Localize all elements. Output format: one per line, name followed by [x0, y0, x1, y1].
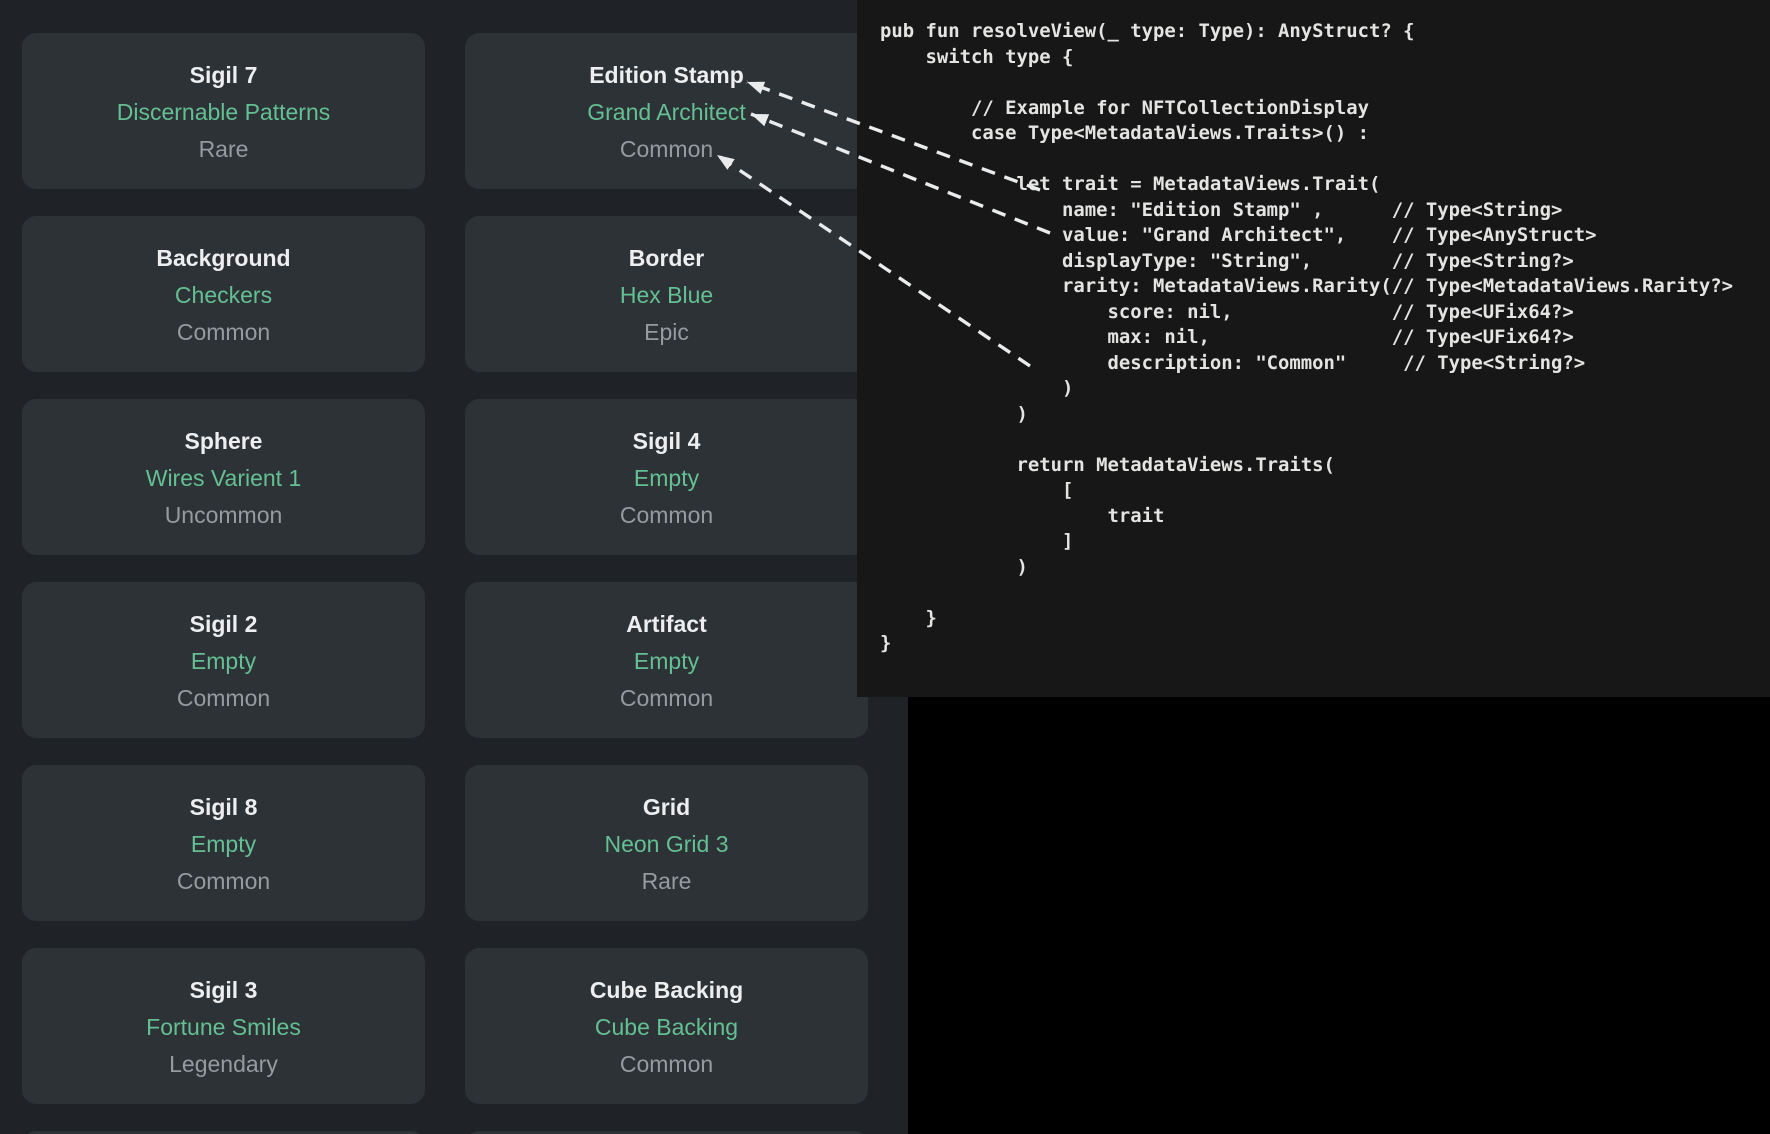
trait-name: Sigil 2 [22, 606, 425, 643]
trait-name: Grid [465, 789, 868, 826]
trait-value: Empty [22, 826, 425, 863]
trait-name: Sigil 4 [465, 423, 868, 460]
trait-rarity: Common [22, 863, 425, 900]
trait-card: Sigil 8EmptyCommon [22, 765, 425, 921]
trait-name: Border [465, 240, 868, 277]
trait-name: Sphere [22, 423, 425, 460]
trait-rarity: Epic [465, 314, 868, 351]
trait-value: Discernable Patterns [22, 94, 425, 131]
trait-rarity: Common [22, 680, 425, 717]
stage: Sigil 7Discernable PatternsRareEdition S… [0, 0, 1770, 1134]
trait-card: BorderHex BlueEpic [465, 216, 868, 372]
trait-rarity: Common [465, 497, 868, 534]
trait-value: Cube Backing [465, 1009, 868, 1046]
resolve-view-code-block: pub fun resolveView(_ type: Type): AnySt… [857, 0, 1770, 657]
trait-name: Artifact [465, 606, 868, 643]
trait-rarity: Rare [22, 131, 425, 168]
trait-name: Edition Stamp [465, 57, 868, 94]
cadence-code-panel: pub fun resolveView(_ type: Type): AnySt… [857, 0, 1770, 697]
trait-name: Sigil 8 [22, 789, 425, 826]
trait-card: BackgroundCheckersCommon [22, 216, 425, 372]
trait-value: Fortune Smiles [22, 1009, 425, 1046]
trait-name: Sigil 7 [22, 57, 425, 94]
trait-value: Checkers [22, 277, 425, 314]
trait-card: Cube BackingCube BackingCommon [465, 948, 868, 1104]
trait-rarity: Common [465, 131, 868, 168]
trait-value: Hex Blue [465, 277, 868, 314]
trait-rarity: Rare [465, 863, 868, 900]
trait-card: Sigil 3Fortune SmilesLegendary [22, 948, 425, 1104]
trait-rarity: Common [465, 680, 868, 717]
trait-rarity: Common [465, 1046, 868, 1083]
trait-value: Wires Varient 1 [22, 460, 425, 497]
trait-value: Empty [465, 643, 868, 680]
trait-card: Sigil 7Discernable PatternsRare [22, 33, 425, 189]
trait-rarity: Common [22, 314, 425, 351]
trait-name: Background [22, 240, 425, 277]
trait-value: Neon Grid 3 [465, 826, 868, 863]
trait-name: Sigil 3 [22, 972, 425, 1009]
trait-card: ArtifactEmptyCommon [465, 582, 868, 738]
trait-rarity: Uncommon [22, 497, 425, 534]
trait-rarity: Legendary [22, 1046, 425, 1083]
trait-card: Sigil 2EmptyCommon [22, 582, 425, 738]
trait-value: Empty [22, 643, 425, 680]
trait-card: Sigil 4EmptyCommon [465, 399, 868, 555]
trait-card: GridNeon Grid 3Rare [465, 765, 868, 921]
trait-card: Edition StampGrand ArchitectCommon [465, 33, 868, 189]
nft-traits-panel: Sigil 7Discernable PatternsRareEdition S… [0, 0, 908, 1134]
trait-value: Empty [465, 460, 868, 497]
trait-name: Cube Backing [465, 972, 868, 1009]
trait-card: SphereWires Varient 1Uncommon [22, 399, 425, 555]
trait-value: Grand Architect [465, 94, 868, 131]
